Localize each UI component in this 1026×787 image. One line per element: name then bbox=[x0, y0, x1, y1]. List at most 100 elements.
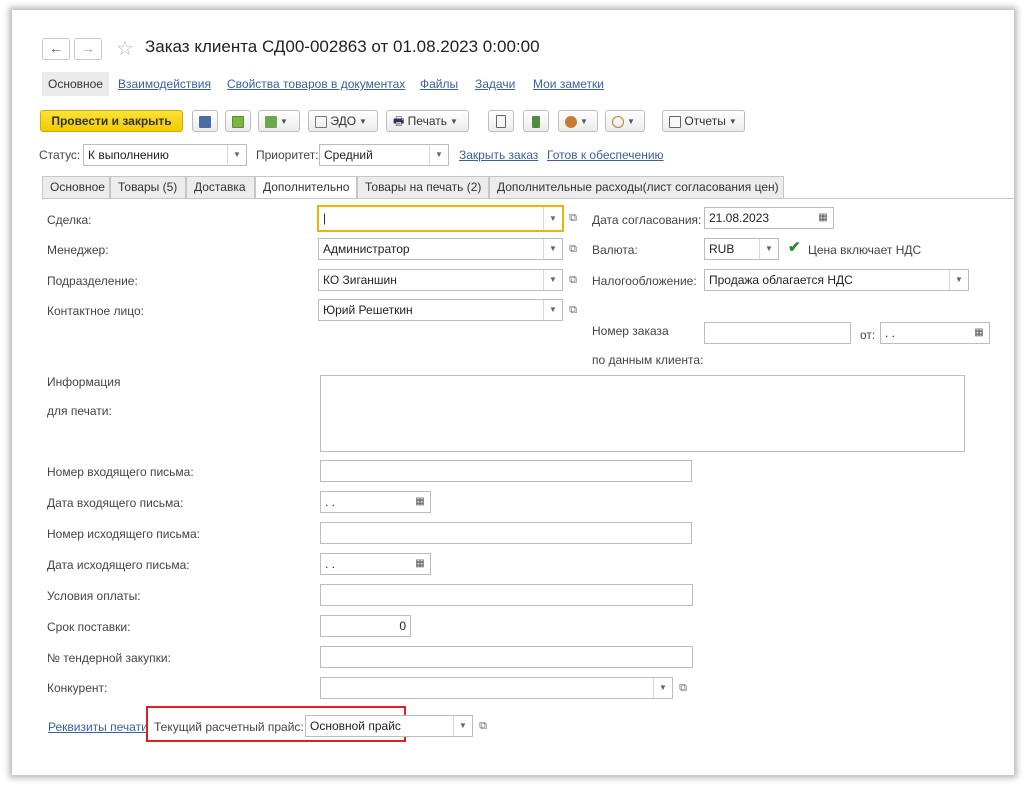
forward-button[interactable]: → bbox=[74, 38, 102, 60]
nav-tab-properties[interactable]: Свойства товаров в документах bbox=[227, 77, 405, 91]
price-select[interactable]: Основной прайс ▼ bbox=[305, 715, 473, 737]
taxation-select[interactable]: Продажа облагается НДС ▼ bbox=[704, 269, 969, 291]
vat-included-checkbox[interactable]: ✔ bbox=[788, 240, 803, 255]
print-details-link[interactable]: Реквизиты печати bbox=[48, 720, 148, 734]
reports-label: Отчеты bbox=[684, 114, 726, 128]
outgoing-date-label: Дата исходящего письма: bbox=[47, 558, 190, 572]
nav-tab-tasks[interactable]: Задачи bbox=[475, 77, 515, 91]
edo-label: ЭДО bbox=[330, 114, 357, 128]
deal-input[interactable]: | ▼ bbox=[317, 205, 564, 232]
tab-goods[interactable]: Товары (5) bbox=[110, 176, 186, 198]
tab-additional[interactable]: Дополнительно bbox=[255, 176, 357, 199]
printer-icon: 🖶 bbox=[393, 114, 405, 128]
back-button[interactable]: ← bbox=[42, 38, 70, 60]
currency-select[interactable]: RUB ▼ bbox=[704, 238, 779, 260]
approval-date-input[interactable]: 21.08.2023 ▦ bbox=[704, 207, 834, 229]
close-order-link[interactable]: Закрыть заказ bbox=[459, 148, 538, 162]
order-date-input[interactable]: . . ▦ bbox=[880, 322, 990, 344]
tab-print-goods[interactable]: Товары на печать (2) bbox=[357, 176, 489, 198]
currency-value: RUB bbox=[709, 242, 735, 256]
chevron-down-icon[interactable]: ▼ bbox=[543, 207, 562, 230]
page-title: Заказ клиента СД00-002863 от 01.08.2023 … bbox=[145, 37, 540, 56]
document-window: ← → ☆ Заказ клиента СД00-002863 от 01.08… bbox=[12, 10, 1014, 775]
users-icon bbox=[565, 115, 577, 128]
open-icon[interactable]: ⧉ bbox=[564, 300, 582, 320]
chevron-down-icon: ▼ bbox=[728, 116, 737, 126]
calendar-icon[interactable]: ▦ bbox=[813, 208, 833, 228]
chevron-down-icon[interactable]: ▼ bbox=[429, 145, 448, 165]
priority-select[interactable]: Средний ▼ bbox=[319, 144, 449, 166]
nav-tab-notes[interactable]: Мои заметки bbox=[533, 77, 604, 91]
pencil-icon bbox=[532, 115, 540, 128]
order-number-input[interactable] bbox=[704, 322, 851, 344]
open-icon[interactable]: ⧉ bbox=[474, 716, 492, 736]
chevron-down-icon[interactable]: ▼ bbox=[453, 716, 472, 736]
chevron-down-icon[interactable]: ▼ bbox=[949, 270, 968, 290]
save-icon bbox=[199, 115, 211, 128]
delivery-term-label: Срок поставки: bbox=[47, 620, 131, 634]
contact-select[interactable]: Юрий Решеткин ▼ bbox=[318, 299, 563, 321]
deal-label: Сделка: bbox=[47, 213, 92, 227]
competitor-label: Конкурент: bbox=[47, 681, 108, 695]
chevron-down-icon[interactable]: ▼ bbox=[759, 239, 778, 259]
manager-select[interactable]: Администратор ▼ bbox=[318, 238, 563, 260]
status-select[interactable]: К выполнению ▼ bbox=[83, 144, 247, 166]
calendar-icon[interactable]: ▦ bbox=[969, 323, 989, 343]
priority-label: Приоритет: bbox=[256, 148, 319, 162]
journal-button[interactable] bbox=[488, 110, 514, 132]
chevron-down-icon: ▼ bbox=[449, 116, 458, 126]
edo-button[interactable]: ЭДО ▼ bbox=[308, 110, 378, 132]
calendar-icon[interactable]: ▦ bbox=[410, 492, 430, 512]
incoming-date-value: . . bbox=[325, 495, 336, 509]
chevron-down-icon[interactable]: ▼ bbox=[543, 239, 562, 259]
status-label: Статус: bbox=[39, 148, 81, 162]
reports-button[interactable]: Отчеты ▼ bbox=[662, 110, 745, 132]
clock-doc-button[interactable]: ▼ bbox=[605, 110, 645, 132]
competitor-select[interactable]: ▼ bbox=[320, 677, 673, 699]
chevron-down-icon: ▼ bbox=[627, 116, 635, 126]
post-button[interactable] bbox=[225, 110, 251, 132]
deal-cursor: | bbox=[323, 211, 327, 225]
nav-tab-files[interactable]: Файлы bbox=[420, 77, 458, 91]
incoming-date-label: Дата входящего письма: bbox=[47, 496, 184, 510]
ready-supply-link[interactable]: Готов к обеспечению bbox=[547, 148, 664, 162]
division-select[interactable]: КО Зиганшин ▼ bbox=[318, 269, 563, 291]
manager-label: Менеджер: bbox=[47, 243, 109, 257]
tab-additional-costs[interactable]: Дополнительные расходы(лист согласования… bbox=[489, 176, 784, 198]
save-button[interactable] bbox=[192, 110, 218, 132]
chevron-down-icon[interactable]: ▼ bbox=[543, 270, 562, 290]
outgoing-date-input[interactable]: . . ▦ bbox=[320, 553, 431, 575]
tender-input[interactable] bbox=[320, 646, 693, 668]
users-button[interactable]: ▼ bbox=[558, 110, 598, 132]
create-based-on-button[interactable]: ▼ bbox=[258, 110, 300, 132]
chevron-down-icon[interactable]: ▼ bbox=[227, 145, 246, 165]
print-label: Печать bbox=[407, 114, 447, 128]
payment-terms-input[interactable] bbox=[320, 584, 693, 606]
tab-main[interactable]: Основное bbox=[42, 176, 110, 198]
print-info-textarea[interactable] bbox=[320, 375, 965, 452]
order-number-label-2: по данным клиента: bbox=[592, 353, 704, 367]
nav-tab-interactions[interactable]: Взаимодействия bbox=[118, 77, 211, 91]
open-icon[interactable]: ⧉ bbox=[564, 239, 582, 259]
star-icon[interactable]: ☆ bbox=[116, 36, 134, 61]
chevron-down-icon[interactable]: ▼ bbox=[653, 678, 672, 698]
info-label-1: Информация bbox=[47, 375, 121, 389]
edit-button[interactable] bbox=[523, 110, 549, 132]
incoming-date-input[interactable]: . . ▦ bbox=[320, 491, 431, 513]
open-icon[interactable]: ⧉ bbox=[674, 678, 692, 698]
print-button[interactable]: 🖶 Печать ▼ bbox=[386, 110, 469, 132]
calendar-icon[interactable]: ▦ bbox=[410, 554, 430, 574]
info-label-2: для печати: bbox=[47, 404, 112, 418]
open-icon[interactable]: ⧉ bbox=[564, 208, 582, 228]
tab-delivery[interactable]: Доставка bbox=[186, 176, 255, 198]
open-icon[interactable]: ⧉ bbox=[564, 270, 582, 290]
chevron-down-icon: ▼ bbox=[280, 116, 288, 126]
post-and-close-button[interactable]: Провести и закрыть bbox=[40, 110, 183, 132]
nav-tab-main[interactable]: Основное bbox=[42, 72, 109, 96]
contact-label: Контактное лицо: bbox=[47, 304, 144, 318]
delivery-term-input[interactable]: 0 bbox=[320, 615, 411, 637]
incoming-number-input[interactable] bbox=[320, 460, 692, 482]
chevron-down-icon[interactable]: ▼ bbox=[543, 300, 562, 320]
outgoing-number-input[interactable] bbox=[320, 522, 692, 544]
price-label: Текущий расчетный прайс: bbox=[154, 720, 304, 734]
